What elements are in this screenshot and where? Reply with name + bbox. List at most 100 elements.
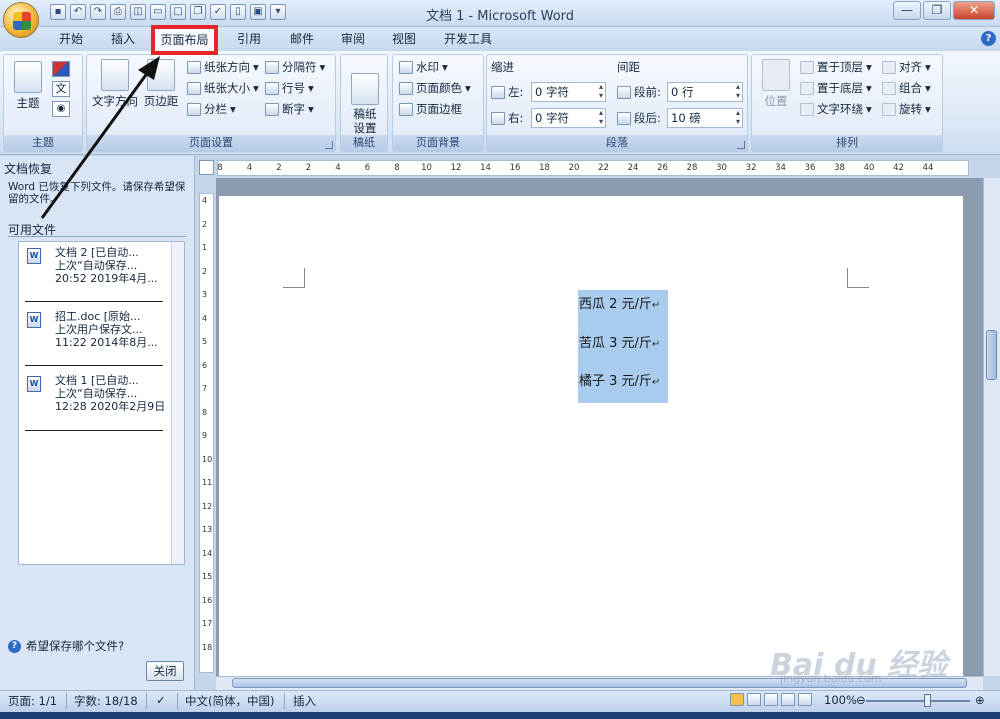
help-link[interactable]: ? 希望保存哪个文件? [8, 638, 124, 654]
office-button[interactable] [3, 2, 39, 38]
tab-review[interactable]: 审阅 [337, 30, 369, 48]
draft-settings-button[interactable]: 稿纸 设置 [347, 59, 383, 135]
print-layout-icon[interactable] [730, 693, 744, 706]
page-color-button[interactable]: 页面颜色 ▾ [399, 79, 471, 97]
hyphenation-button[interactable]: 断字 ▾ [265, 100, 314, 118]
ruler-tick: 44 [922, 163, 934, 173]
line-numbers-button[interactable]: 行号 ▾ [265, 79, 314, 97]
insert-mode[interactable]: 插入 [293, 693, 316, 709]
group-objects-button[interactable]: 组合 ▾ [882, 79, 931, 97]
send-to-back-button[interactable]: 置于底层 ▾ [800, 79, 872, 97]
zoom-level[interactable]: 100% [824, 693, 857, 707]
full-screen-icon[interactable] [747, 693, 761, 706]
tab-page-layout[interactable]: 页面布局 [151, 25, 218, 55]
indent-left-label: 左: [491, 83, 523, 101]
margins-button[interactable]: 页边距 [141, 59, 181, 109]
horizontal-ruler[interactable]: 8 4 2 2 4 6 8 10 12 14 16 18 20 22 24 26 28 30 32 34 36 38 40 4… [217, 160, 969, 176]
list-item[interactable]: W 文档 2 [已自动... 上次“自动保存... 20:52 2019年4月.… [27, 246, 165, 285]
theme-effects-icon[interactable]: ◉ [52, 101, 70, 117]
pane-message: Word 已恢复下列文件。请保存希望保留的文件。 [8, 181, 186, 205]
close-pane-button[interactable]: 关闭 [146, 661, 184, 681]
tab-home[interactable]: 开始 [55, 30, 87, 48]
tab-selector[interactable] [199, 160, 214, 175]
ruler-tick: 4 [202, 196, 208, 205]
zoom-slider-handle[interactable] [924, 694, 931, 707]
text-wrap-button[interactable]: 文字环绕 ▾ [800, 100, 872, 118]
vertical-scroll-thumb[interactable] [986, 330, 997, 380]
list-item[interactable]: W 招工.doc [原始... 上次用户保存文... 11:22 2014年8月… [27, 310, 165, 349]
help-icon: ? [8, 639, 21, 653]
pane-title: 文档恢复 [4, 162, 53, 176]
recovery-file-list[interactable]: W 文档 2 [已自动... 上次“自动保存... 20:52 2019年4月.… [18, 241, 185, 565]
vertical-scrollbar[interactable] [983, 178, 1000, 676]
ruler-tick: 8 [202, 407, 208, 417]
ruler-tick: 18 [539, 163, 550, 173]
position-button[interactable]: 位置 [758, 59, 794, 109]
outline-icon[interactable] [781, 693, 795, 706]
group-page-background: 水印 ▾ 页面颜色 ▾ 页面边框 页面背景 [392, 54, 484, 152]
ruler-tick: 9 [202, 431, 208, 440]
divider [25, 365, 163, 366]
indent-left-input[interactable]: 0 字符 [531, 82, 606, 102]
ruler-tick: 10 [202, 454, 213, 464]
tab-references[interactable]: 引用 [233, 30, 265, 48]
draft-paper-icon [351, 73, 379, 105]
paragraph-launcher-icon[interactable] [737, 141, 745, 149]
theme-fonts-icon[interactable]: 文 [52, 81, 70, 97]
help-icon[interactable]: ? [981, 31, 996, 46]
rotate-button[interactable]: 旋转 ▾ [882, 100, 931, 118]
office-logo-icon [13, 12, 31, 30]
position-icon [762, 59, 790, 91]
text-direction-button[interactable]: 文字方向 [91, 59, 139, 109]
bring-to-front-button[interactable]: 置于顶层 ▾ [800, 58, 872, 76]
spacing-before-input[interactable]: 0 行 [667, 82, 743, 102]
align-icon [882, 60, 896, 74]
word-count[interactable]: 字数: 18/18 [74, 693, 138, 709]
ruler-tick: 24 [627, 163, 639, 173]
vertical-ruler[interactable]: 4 2 1 2 3 4 5 6 7 8 9 10 11 12 13 14 15 16 17 18 [199, 193, 214, 673]
document-line[interactable]: 橘子 3 元/斤↵ [579, 370, 660, 389]
ruler-tick: 28 [686, 163, 698, 173]
size-button[interactable]: 纸张大小 ▾ [187, 79, 259, 97]
tab-mailings[interactable]: 邮件 [286, 30, 318, 48]
zoom-in-icon[interactable]: ⊕ [975, 693, 985, 707]
page-count[interactable]: 页面: 1/1 [8, 693, 57, 709]
document-page[interactable] [219, 196, 963, 676]
theme-button[interactable]: 主题 [10, 61, 46, 111]
language-indicator[interactable]: 中文(简体，中国) [185, 693, 274, 709]
breaks-button[interactable]: 分隔符 ▾ [265, 58, 325, 76]
page-setup-launcher-icon[interactable] [325, 141, 333, 149]
document-line[interactable]: 苦瓜 3 元/斤↵ [579, 332, 660, 351]
minimize-button[interactable]: — [893, 1, 921, 20]
watermark-button[interactable]: 水印 ▾ [399, 58, 448, 76]
page-border-button[interactable]: 页面边框 [399, 100, 462, 118]
file-time: 12:28 2020年2月9日 [55, 400, 165, 413]
ruler-tick: 22 [598, 163, 609, 173]
orientation-button[interactable]: 纸张方向 ▾ [187, 58, 259, 76]
file-list-scrollbar[interactable] [171, 242, 184, 564]
indent-right-input[interactable]: 0 字符 [531, 108, 606, 128]
ruler-tick: 7 [202, 384, 208, 393]
indent-label: 缩进 [491, 60, 514, 74]
list-item[interactable]: W 文档 1 [已自动... 上次“自动保存... 12:28 2020年2月9… [27, 374, 165, 413]
maximize-button[interactable]: ❐ [923, 1, 951, 20]
web-layout-icon[interactable] [764, 693, 778, 706]
ruler-tick: 4 [202, 313, 208, 323]
proofing-icon[interactable]: ✓ [156, 693, 166, 707]
ruler-tick: 6 [364, 163, 371, 173]
spacing-after-input[interactable]: 10 磅 [667, 108, 743, 128]
tab-view[interactable]: 视图 [388, 30, 420, 48]
document-line[interactable]: 西瓜 2 元/斤↵ [579, 293, 660, 312]
align-button[interactable]: 对齐 ▾ [882, 58, 931, 76]
ruler-tick: 12 [202, 501, 213, 511]
tab-developer[interactable]: 开发工具 [440, 30, 496, 48]
zoom-slider[interactable] [866, 700, 970, 702]
theme-colors-icon[interactable] [52, 61, 70, 77]
divider [146, 693, 147, 709]
zoom-out-icon[interactable]: ⊖ [856, 693, 866, 707]
columns-button[interactable]: 分栏 ▾ [187, 100, 236, 118]
draft-view-icon[interactable] [798, 693, 812, 706]
tab-insert[interactable]: 插入 [107, 30, 139, 48]
columns-icon [187, 102, 201, 116]
close-window-button[interactable]: ✕ [953, 1, 995, 20]
